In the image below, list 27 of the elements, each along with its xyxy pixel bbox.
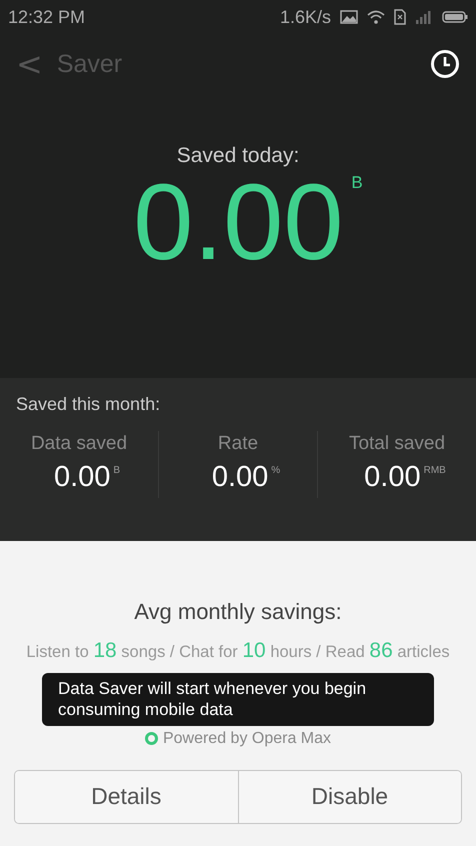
toast-message: Data Saver will start whenever you begin consuming mobile data bbox=[42, 673, 434, 726]
stat-label: Total saved bbox=[348, 433, 446, 455]
powered-by-text: Powered by Opera Max bbox=[162, 730, 332, 748]
stat-value: 0.00 bbox=[212, 461, 268, 494]
unit-label: % bbox=[271, 465, 280, 476]
image-icon bbox=[340, 10, 358, 24]
stat-value: 0.00 bbox=[364, 461, 421, 494]
sim-card-icon bbox=[394, 9, 406, 25]
saved-today-value: 0.00 bbox=[133, 168, 344, 276]
month-label: Saved this month: bbox=[15, 394, 162, 415]
signal-icon bbox=[415, 10, 433, 24]
wifi-icon bbox=[367, 10, 385, 24]
unit-label: B bbox=[113, 465, 120, 476]
battery-icon bbox=[442, 11, 468, 23]
saved-today-label: Saved today: bbox=[176, 144, 300, 168]
savings-summary: Listen to 18 songs / Chat for 10 hours / Read 86 articles bbox=[26, 639, 450, 663]
avg-savings-title: Avg monthly savings: bbox=[134, 599, 342, 625]
status-time: 12:32 PM bbox=[8, 6, 86, 28]
stat-label: Data saved bbox=[30, 433, 128, 455]
unit-label: RMB bbox=[424, 465, 446, 476]
stat-value: 0.00 bbox=[54, 461, 110, 494]
clock-icon[interactable] bbox=[430, 49, 460, 79]
disable-button[interactable]: Disable bbox=[238, 770, 461, 822]
stat-label: Rate bbox=[218, 433, 258, 455]
network-speed: 1.6K/s bbox=[280, 6, 331, 28]
opera-logo-icon bbox=[144, 732, 158, 745]
unit-label: B bbox=[351, 174, 363, 191]
